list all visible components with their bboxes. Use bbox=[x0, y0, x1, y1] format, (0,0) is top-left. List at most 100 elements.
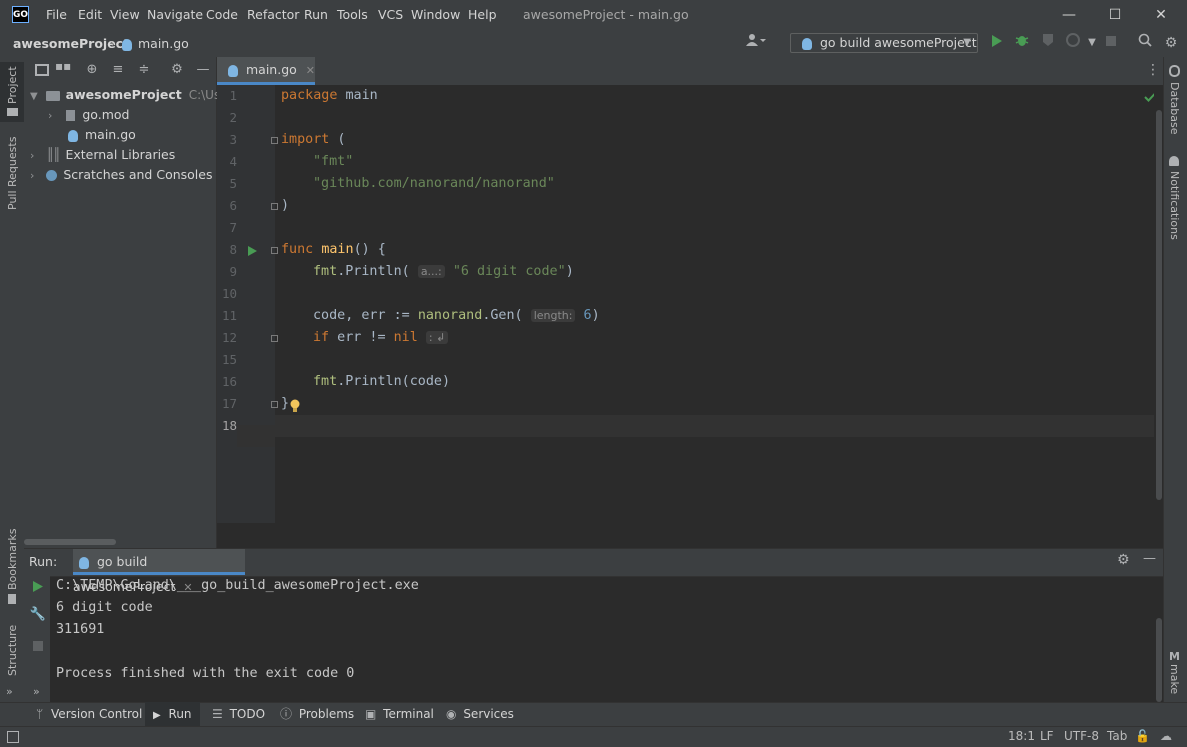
menu-edit[interactable]: Edit bbox=[78, 0, 102, 30]
stop-icon[interactable] bbox=[29, 639, 47, 657]
lightbulb-icon[interactable] bbox=[289, 399, 301, 416]
structure-tool-tab[interactable]: Structure bbox=[6, 625, 19, 676]
code-line-6: ) bbox=[281, 198, 290, 213]
tool-terminal[interactable]: ▣ Terminal bbox=[363, 702, 436, 726]
make-tool-tab[interactable]: make bbox=[1168, 664, 1181, 694]
menu-help[interactable]: Help bbox=[468, 0, 497, 30]
libraries-icon: ║║ bbox=[46, 147, 60, 162]
fold-marker-icon[interactable] bbox=[271, 203, 278, 210]
menu-file[interactable]: File bbox=[46, 0, 67, 30]
menu-navigate[interactable]: Navigate bbox=[147, 0, 203, 30]
tool-problems[interactable]: ⓘ Problems bbox=[278, 702, 356, 726]
profile-icon[interactable] bbox=[1063, 33, 1083, 53]
wrench-icon[interactable]: 🔧 bbox=[29, 606, 47, 624]
line-separator[interactable]: LF bbox=[1040, 726, 1054, 746]
coverage-icon[interactable] bbox=[1038, 33, 1058, 53]
hide-panel-icon[interactable]: — bbox=[194, 61, 212, 79]
line-number: 3 bbox=[229, 132, 237, 147]
run-gutter-icon[interactable] bbox=[247, 245, 257, 259]
project-horizontal-scrollbar[interactable] bbox=[24, 539, 116, 545]
more-run-options-icon[interactable]: ▼ bbox=[1082, 33, 1102, 53]
debug-icon[interactable] bbox=[1012, 33, 1032, 53]
close-tab-icon[interactable]: ✕ bbox=[306, 64, 315, 77]
search-icon[interactable] bbox=[1135, 33, 1155, 53]
tree-item-external-libraries[interactable]: › ║║ External Libraries bbox=[30, 145, 175, 165]
editor-tab-maingo[interactable]: main.go ✕ bbox=[217, 57, 315, 85]
run-configuration-select[interactable]: go build awesomeProject ▼ bbox=[790, 33, 978, 53]
inspection-icon[interactable]: ☁ bbox=[1160, 726, 1172, 746]
tool-label: Version Control bbox=[51, 707, 143, 721]
code-line-17: } bbox=[281, 396, 290, 411]
console-line: 311691 bbox=[56, 622, 105, 637]
run-tab[interactable]: go build awesomeProject ✕ bbox=[73, 549, 245, 594]
line-number: 10 bbox=[221, 286, 237, 301]
maximize-button[interactable]: ☐ bbox=[1092, 0, 1138, 30]
file-encoding[interactable]: UTF-8 bbox=[1064, 726, 1099, 746]
tool-version-control[interactable]: ᛘ Version Control bbox=[30, 702, 148, 726]
gopher-icon bbox=[228, 62, 238, 77]
bookmark-icon bbox=[8, 594, 16, 604]
notifications-tool-tab[interactable]: Notifications bbox=[1168, 171, 1181, 240]
view-options-chevron-icon[interactable]: ▪▪ bbox=[55, 59, 71, 73]
console-scrollbar[interactable] bbox=[1156, 618, 1162, 702]
menu-view[interactable]: View bbox=[110, 0, 140, 30]
indent-setting[interactable]: Tab bbox=[1107, 726, 1127, 746]
project-tool-tab[interactable]: Project bbox=[6, 66, 19, 104]
expand-all-icon[interactable]: ≡ bbox=[109, 61, 127, 79]
folder-icon bbox=[7, 108, 18, 116]
fold-marker-icon[interactable] bbox=[271, 335, 278, 342]
tree-item-gomod[interactable]: › go.mod bbox=[48, 105, 129, 125]
tree-item-scratches[interactable]: › Scratches and Consoles bbox=[30, 165, 212, 185]
line-number: 12 bbox=[221, 330, 237, 345]
terminal-icon: ▣ bbox=[365, 707, 377, 721]
line-number: 17 bbox=[221, 396, 237, 411]
caret-position[interactable]: 18:1 bbox=[1008, 726, 1035, 746]
menu-tools[interactable]: Tools bbox=[337, 0, 368, 30]
hide-run-panel-icon[interactable]: — bbox=[1143, 551, 1156, 566]
code-editor[interactable] bbox=[217, 85, 1163, 523]
expand-more-icon[interactable]: » bbox=[6, 685, 13, 698]
tool-run[interactable]: ▶ Run bbox=[145, 702, 200, 726]
fold-marker-icon[interactable] bbox=[271, 247, 278, 254]
run-settings-gear-icon[interactable]: ⚙ bbox=[1117, 552, 1130, 568]
minimize-button[interactable]: — bbox=[1046, 0, 1092, 30]
toggle-tool-windows-icon[interactable] bbox=[7, 726, 19, 746]
locate-file-icon[interactable]: ⊕ bbox=[83, 61, 101, 79]
fold-marker-icon[interactable] bbox=[271, 137, 278, 144]
breadcrumb-separator-icon: › bbox=[110, 36, 115, 51]
run-icon[interactable] bbox=[986, 33, 1006, 53]
tool-services[interactable]: ◉ Services bbox=[444, 702, 516, 726]
collapsed-arrow-icon: › bbox=[48, 109, 53, 122]
menu-vcs[interactable]: VCS bbox=[378, 0, 403, 30]
stop-icon[interactable] bbox=[1101, 33, 1121, 53]
pull-requests-tool-tab[interactable]: Pull Requests bbox=[6, 137, 19, 210]
tree-item-awesomeproject[interactable]: ▼ awesomeProject C:\Users\ bbox=[30, 85, 243, 105]
database-tool-tab[interactable]: Database bbox=[1168, 82, 1181, 135]
database-icon bbox=[1169, 65, 1180, 77]
menu-run[interactable]: Run bbox=[304, 0, 328, 30]
settings-gear-icon[interactable]: ⚙ bbox=[1161, 33, 1181, 53]
parameter-hint: a...: bbox=[417, 265, 445, 278]
window-title: awesomeProject - main.go bbox=[523, 7, 689, 22]
tree-item-label: go.mod bbox=[82, 107, 130, 122]
rerun-icon[interactable] bbox=[29, 580, 47, 598]
collapse-all-icon[interactable]: ≑ bbox=[135, 61, 153, 79]
editor-scrollbar-thumb[interactable] bbox=[1156, 110, 1162, 500]
menu-window[interactable]: Window bbox=[411, 0, 460, 30]
more-actions-icon[interactable]: » bbox=[33, 685, 40, 698]
editor-menu-icon[interactable]: ⋮ bbox=[1146, 62, 1160, 78]
fold-marker-icon[interactable] bbox=[271, 401, 278, 408]
project-view-icon[interactable] bbox=[35, 64, 49, 76]
project-settings-gear-icon[interactable]: ⚙ bbox=[168, 61, 186, 79]
tool-label: Terminal bbox=[383, 707, 434, 721]
close-window-button[interactable]: ✕ bbox=[1138, 0, 1184, 30]
tool-todo[interactable]: ☰ TODO bbox=[210, 702, 267, 726]
account-icon[interactable] bbox=[746, 33, 766, 53]
breadcrumb-file[interactable]: main.go bbox=[138, 30, 189, 57]
menu-refactor[interactable]: Refactor bbox=[247, 0, 299, 30]
menu-code[interactable]: Code bbox=[206, 0, 238, 30]
bookmarks-tool-tab[interactable]: Bookmarks bbox=[6, 529, 19, 590]
folded-block-hint[interactable]: : ↲ bbox=[425, 331, 449, 344]
tree-item-maingo[interactable]: main.go bbox=[68, 125, 136, 145]
lock-icon[interactable]: 🔓 bbox=[1135, 726, 1150, 746]
